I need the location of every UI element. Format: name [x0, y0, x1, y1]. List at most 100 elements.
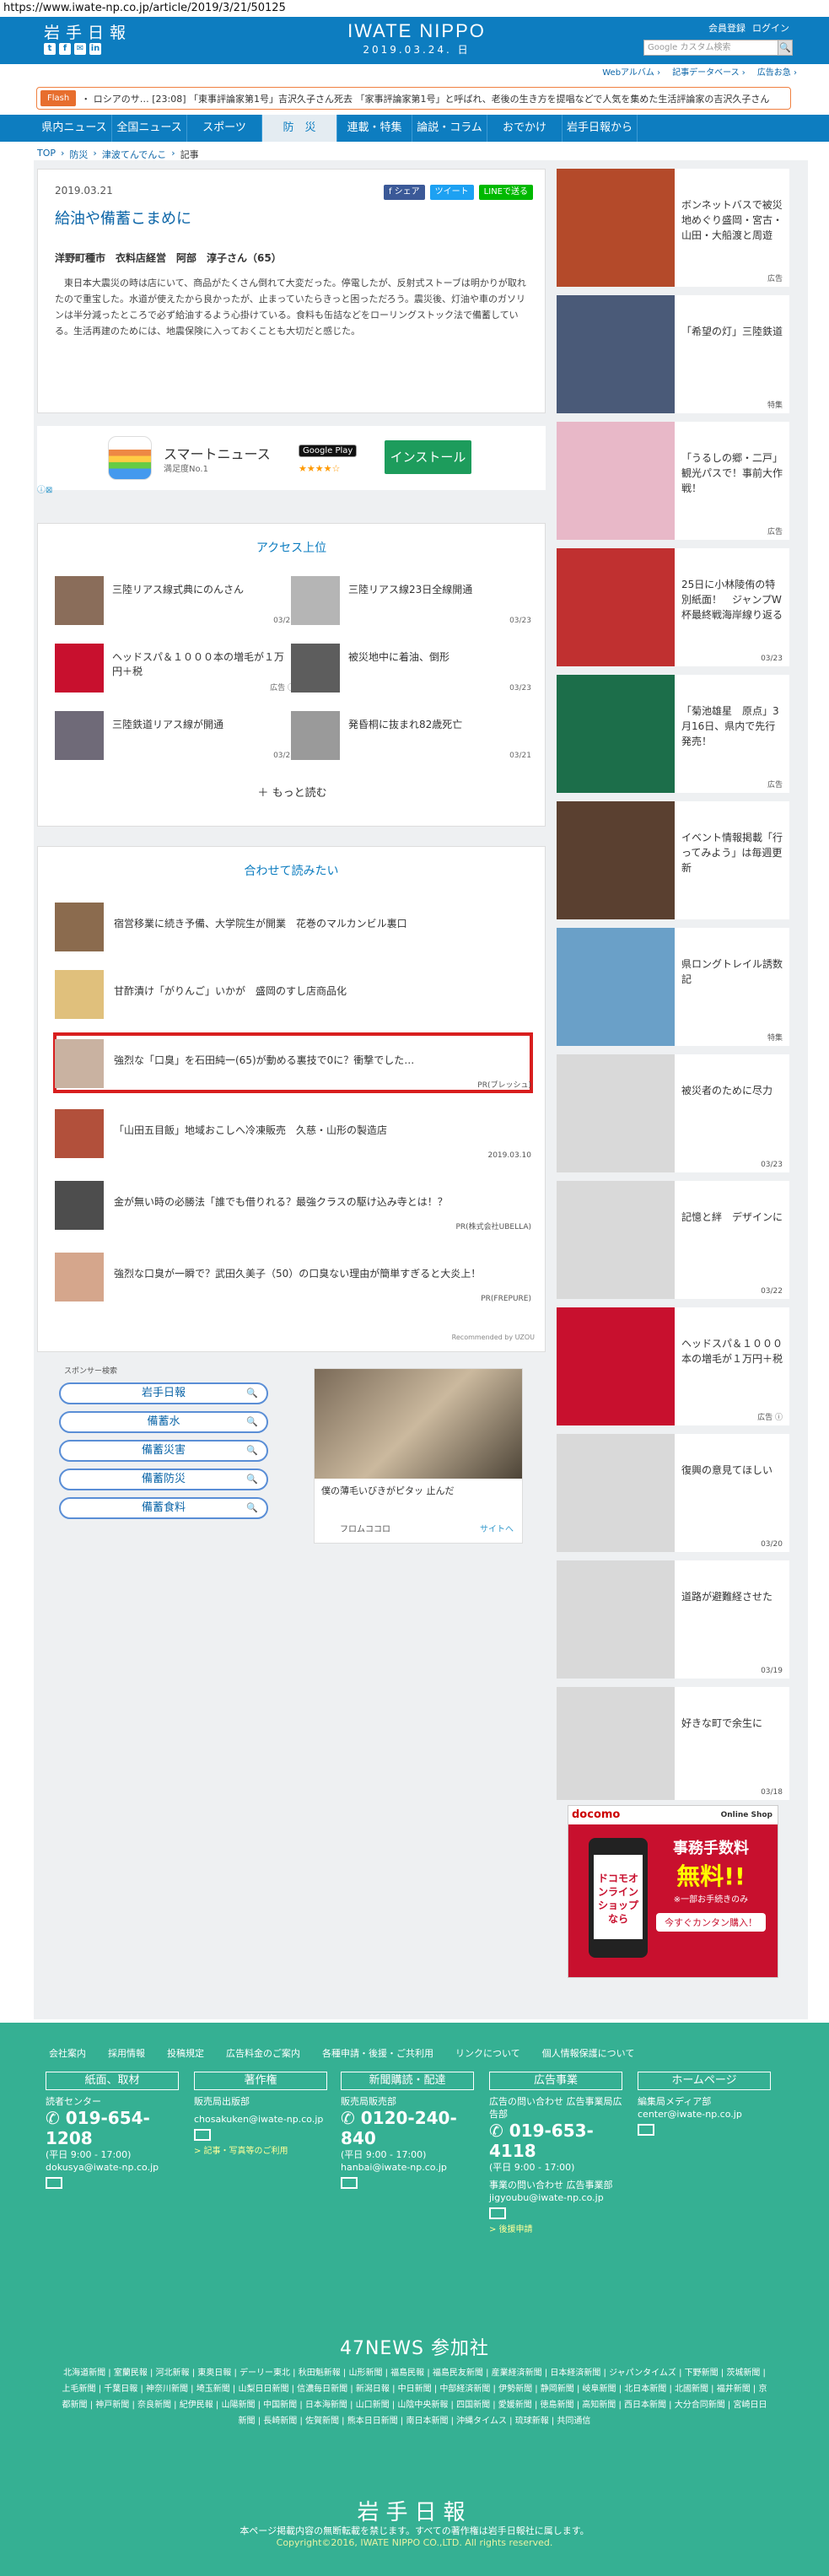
footer-email[interactable]: chosakuken@iwate-np.co.jp [194, 2113, 327, 2126]
search-input[interactable]: Google カスタム検索 [643, 40, 778, 56]
footer-contact-subscription: 新聞購読・配達 販売局販売部 ✆ 0120-240-840 (平日 9:00 -… [341, 2072, 474, 2191]
instagram-icon[interactable]: in [89, 43, 101, 55]
breadcrumb-item[interactable]: 津波てんでんこ [102, 148, 166, 161]
mail-icon[interactable] [341, 2177, 358, 2189]
recommend-item[interactable]: 「山田五目飯」地域おこしへ冷凍販売 久慈・山形の製造店 2019.03.10 [55, 1104, 531, 1163]
brand-block[interactable]: IWATE NIPPO 2019.03.24. 日 [324, 20, 509, 57]
recommend-item[interactable]: 宿営移業に続き予備、大学院生が開業 花巻のマルカンビル裏口 [55, 897, 531, 957]
sidebar-item[interactable]: 「希望の灯」三陸鉄道 特集 [557, 295, 789, 413]
sidebar-thumbnail [557, 675, 675, 793]
recommend-item[interactable]: 甘酢漬け「がりんご」いかが 盛岡のすし店商品化 [55, 965, 531, 1024]
footer-link[interactable]: リンクについて [455, 2046, 520, 2060]
nav-tab-prefecture[interactable]: 県内ニュース [37, 115, 112, 142]
breadcrumb-item[interactable]: TOP [37, 148, 56, 161]
sidebar-item[interactable]: 「うるしの郷・二戸」観光パスで！事前大作戦！ 広告 [557, 422, 789, 540]
sponsor-search-item[interactable]: 備蓄災害 🔍 [59, 1440, 268, 1462]
search-icon: 🔍 [246, 1474, 258, 1485]
ranking-item-title: 三陸リアス線式典にのんさん [112, 584, 245, 595]
mail-icon[interactable] [638, 2124, 654, 2136]
footer-email[interactable]: 事業の問い合わせ 広告事業部 jigyoubu@iwate-np.co.jp [489, 2179, 622, 2204]
breadcrumb-item[interactable]: 防災 [69, 148, 88, 161]
facebook-icon[interactable]: f [59, 43, 71, 55]
url-bar[interactable]: https://www.iwate-np.co.jp/article/2019/… [0, 0, 829, 17]
news47-member-list[interactable]: 北海道新聞 | 室蘭民報 | 河北新報 | 東奥日報 | デーリー東北 | 秋田… [59, 2365, 770, 2429]
line-share-button[interactable]: LINEで送る [478, 185, 533, 200]
ranking-item[interactable]: 三陸鉄道リアス線が開通 03/23 [55, 711, 295, 762]
twitter-icon[interactable]: t [44, 43, 56, 55]
recommend-credit[interactable]: Recommended by UZOU [452, 1334, 535, 1341]
sponsor-search-item[interactable]: 岩手日報 🔍 [59, 1382, 268, 1404]
footer-link[interactable]: 採用情報 [108, 2046, 145, 2060]
footer-contact-copyright: 著作権 販売局出版部 chosakuken@iwate-np.co.jp > 記… [194, 2072, 327, 2156]
nav-tab-disaster[interactable]: 防 災 [262, 115, 337, 142]
subnav-link[interactable]: Webアルバム › [602, 64, 660, 83]
member-register-link[interactable]: 会員登録 [708, 21, 746, 35]
mail-icon[interactable] [194, 2129, 211, 2141]
site-logo[interactable]: 岩手日報 [44, 20, 132, 43]
footer-link[interactable]: > 記事・写真等のご利用 [194, 2143, 327, 2156]
nav-tab-national[interactable]: 全国ニュース [112, 115, 187, 142]
tweet-button[interactable]: ツイート [429, 185, 474, 200]
sidebar-item[interactable]: 「菊池雄星 原点」3月16日、県内で先行発売！ 広告 [557, 675, 789, 793]
placeholder-logo-icon [557, 1054, 675, 1172]
sidebar-item[interactable]: 25日に小林陵侑の特別紙面！ ジャンプW杯最終戦海岸線り返る 03/23 [557, 548, 789, 666]
subnav-link[interactable]: 広告お急 › [757, 64, 797, 83]
footer-link[interactable]: 広告料金のご案内 [226, 2046, 300, 2060]
sidebar-item[interactable]: 好きな町で余生に 03/18 [557, 1687, 789, 1800]
sponsor-search-item[interactable]: 備蓄防災 🔍 [59, 1469, 268, 1490]
footer-email[interactable]: dokusya@iwate-np.co.jp [46, 2161, 179, 2174]
sidebar-item[interactable]: 道路が避難経させた 03/19 [557, 1560, 789, 1679]
footer-link[interactable]: 投稿規定 [167, 2046, 204, 2060]
sidebar-item[interactable]: イベント情報掲載「行ってみよう」は毎週更新 [557, 801, 789, 919]
flash-news-ticker[interactable]: Flash ・ ロシアのサ… [23:08] 「東事評論家第1号」吉沢久子さん死… [36, 87, 791, 110]
login-link[interactable]: ログイン [752, 21, 789, 35]
search-icon[interactable]: 🔍 [778, 40, 793, 56]
sponsor-search-item[interactable]: 備蓄水 🔍 [59, 1411, 268, 1433]
ranking-item[interactable]: 発昏桐に抜まれ82歳死亡 03/21 [291, 711, 531, 762]
ranking-item[interactable]: 被災地中に着油、倒形 03/23 [291, 644, 531, 694]
install-button[interactable]: インストール [385, 440, 471, 474]
sidebar-item[interactable]: ヘッドスパ＆１０００本の増毛が１万円＋税 広告 ⓘ [557, 1307, 789, 1425]
mail-icon[interactable] [46, 2177, 62, 2189]
flash-text[interactable]: ・ ロシアのサ… [23:08] 「東事評論家第1号」吉沢久子さん死去 「家事評… [81, 92, 769, 105]
ranking-item[interactable]: 三陸リアス線式典にのんさん 03/23 [55, 576, 295, 627]
footer-link[interactable]: 会社案内 [49, 2046, 86, 2060]
sidebar-item[interactable]: 被災者のために尽力 03/23 [557, 1054, 789, 1172]
sidebar-item[interactable]: ボンネットバスで被災地めぐり盛岡・宮古・山田・大船渡と周遊 広告 [557, 169, 789, 287]
ranking-item[interactable]: ヘッドスパ＆１０００本の増毛が１万円＋税 広告 ⓘ [55, 644, 295, 694]
more-button[interactable]: ＋ もっと読む [38, 784, 546, 800]
mail-icon[interactable] [489, 2207, 506, 2219]
sidebar-item[interactable]: 復興の意見てほしい 03/20 [557, 1434, 789, 1552]
nav-tab-outing[interactable]: おでかけ [487, 115, 563, 142]
google-play-badge: Google Play [299, 445, 358, 457]
header-date: 2019.03.24. 日 [363, 44, 471, 56]
smartnews-ad[interactable]: スマートニュース 満足度No.1 Google Play ★★★★☆ インストー… [37, 426, 546, 490]
footer-logo[interactable]: 岩手日報 [0, 2495, 829, 2526]
sidebar-item[interactable]: 県ロングトレイル誘数記 特集 [557, 928, 789, 1046]
footer-link[interactable]: 各種申請・後援・ご共利用 [322, 2046, 433, 2060]
footer-email[interactable]: center@iwate-np.co.jp [638, 2108, 771, 2121]
facebook-share-button[interactable]: f シェア [383, 185, 425, 200]
nav-tab-sports[interactable]: スポーツ [187, 115, 262, 142]
footer-link[interactable]: > 後援申請 [489, 2222, 622, 2234]
mail-icon[interactable]: ✉ [74, 43, 86, 55]
subnav-link[interactable]: 記事データベース › [672, 64, 746, 83]
docomo-cta-button[interactable]: 今すぐカンタン購入！ [656, 1913, 766, 1932]
recommend-item[interactable]: 金が無い時の必勝法「誰でも借りれる？最強クラスの駆け込み寺とは！？ PR(株式会… [55, 1176, 531, 1235]
recommend-item-highlighted[interactable]: 強烈な「口臭」を石田純一(65)が動める裏技で0に？衝撃でした… PR(ブレッシ… [55, 1034, 531, 1093]
nav-tab-features[interactable]: 連載・特集 [337, 115, 412, 142]
nav-tab-from-nippo[interactable]: 岩手日報から [563, 115, 638, 142]
footer-email[interactable]: hanbai@iwate-np.co.jp [341, 2161, 474, 2174]
sidebar-item-title: 「菊池雄星 原点」3月16日、県内で先行発売！ [681, 705, 779, 747]
ad-site-link[interactable]: サイトへ [480, 1522, 514, 1534]
nav-tab-editorial[interactable]: 論説・コラム [412, 115, 487, 142]
sidebar-item[interactable]: 記憶と絆 デザインに 03/22 [557, 1181, 789, 1299]
recommend-item[interactable]: 強烈な口臭が一瞬で？武田久美子（50）の口臭ない理由が簡単すぎると大炎上！ PR… [55, 1248, 531, 1307]
sponsor-search-item[interactable]: 備蓄食料 🔍 [59, 1497, 268, 1519]
ranking-item[interactable]: 三陸リアス線23日全線開通 03/23 [291, 576, 531, 627]
docomo-ad[interactable]: docomo Online Shop ドコモオンラインショップなら 事務手数料 無… [568, 1805, 778, 1978]
ranking-item-title: 発昏桐に抜まれ82歳死亡 [348, 719, 463, 730]
hair-ad[interactable]: 僕の薄毛いびきがピタッ 止んだ フロムココロ サイトへ [314, 1368, 523, 1544]
footer-link[interactable]: 個人情報保護について [542, 2046, 635, 2060]
adchoices-icon[interactable]: ⓘ⊠ [37, 482, 52, 495]
